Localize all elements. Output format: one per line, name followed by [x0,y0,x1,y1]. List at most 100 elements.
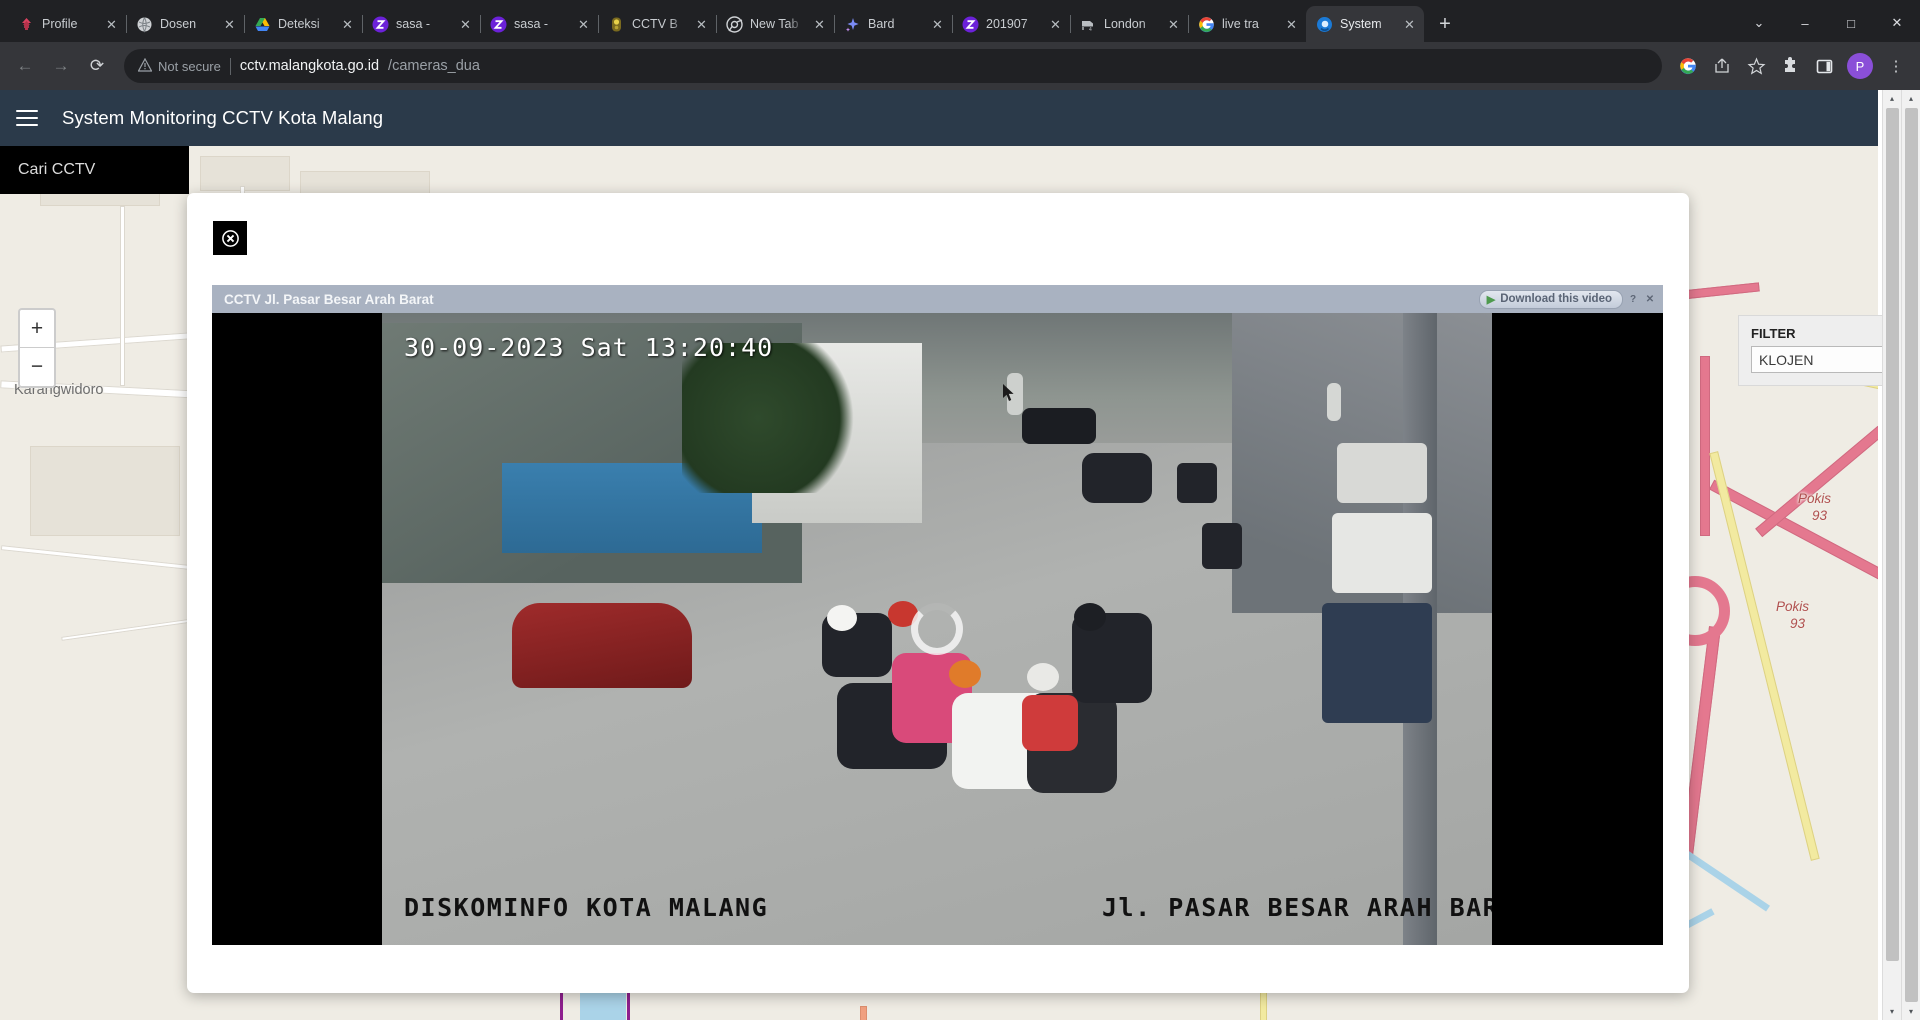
tab-close-icon[interactable]: ✕ [929,16,946,33]
scene-rider-helmet [1027,663,1059,691]
page-scrollbar[interactable]: ▴ ▾ [1901,90,1920,1020]
address-bar[interactable]: Not secure cctv.malangkota.go.id /camera… [124,49,1662,83]
browser-tab-label: sasa - [396,17,431,31]
tab-close-icon[interactable]: ✕ [1401,16,1418,33]
not-secure-label: Not secure [158,58,221,74]
browser-tab-label: New Tab [750,17,799,31]
browser-tab-2[interactable]: Dosen ✕ [126,6,245,42]
maximize-button[interactable]: □ [1828,4,1874,42]
cctv-video-feed[interactable]: 30-09-2023 Sat 13:20:40 DISKOMINFO KOTA … [382,313,1492,945]
url-path: /cameras_dua [388,58,480,74]
browser-tab-11[interactable]: live tra ✕ [1188,6,1307,42]
download-video-button[interactable]: ▶ Download this video [1478,289,1623,309]
scene-motorcycle [1202,523,1242,569]
tab-close-icon[interactable]: ✕ [811,16,828,33]
cctv-modal: CCTV Jl. Pasar Besar Arah Barat ▶ Downlo… [187,193,1689,993]
tab-close-icon[interactable]: ✕ [339,16,356,33]
video-watermark-left: DISKOMINFO KOTA MALANG [404,893,769,922]
scrollbar-thumb[interactable] [1904,108,1918,1002]
chevron-down-icon[interactable]: ⌄ [1736,4,1782,42]
tab-close-icon[interactable]: ✕ [457,16,474,33]
browser-tab-label: sasa - [514,17,549,31]
tab-close-icon[interactable]: ✕ [1165,16,1182,33]
cctv-blue-icon [1316,16,1333,33]
side-panel-icon[interactable] [1808,50,1840,82]
browser-tab-7[interactable]: New Tab ✕ [716,6,835,42]
video-title-label: CCTV Jl. Pasar Besar Arah Barat [224,291,434,307]
profile-avatar[interactable]: P [1847,53,1873,79]
not-secure-indicator[interactable]: Not secure [137,57,221,75]
forward-icon[interactable]: → [44,49,78,83]
reload-icon[interactable]: ⟳ [80,49,114,83]
scroll-down-arrow[interactable]: ▾ [1902,1003,1920,1020]
play-triangle-icon: ▶ [1486,293,1496,306]
scene-rider-helmet [949,660,981,688]
browser-tab-label: live tra [1222,17,1259,31]
map-label: Pokis [1798,491,1832,506]
browser-tab-12-active[interactable]: System ✕ [1306,6,1424,42]
inner-scrollbar[interactable]: ▴ ▾ [1882,90,1901,1020]
browser-tab-8[interactable]: Bard ✕ [834,6,953,42]
map-label: 93 [1812,508,1828,523]
video-player[interactable]: 30-09-2023 Sat 13:20:40 DISKOMINFO KOTA … [212,313,1663,945]
share-icon[interactable] [1706,50,1738,82]
zotero-purple-icon [962,16,979,33]
download-video-label: Download this video [1500,293,1612,305]
download-help-button[interactable]: ? [1626,292,1640,306]
search-cctv-panel[interactable]: Cari CCTV [0,146,189,194]
minimize-button[interactable]: – [1782,4,1828,42]
zoom-in-button[interactable]: + [20,310,54,348]
bookmark-star-icon[interactable] [1740,50,1772,82]
extensions-puzzle-icon[interactable] [1774,50,1806,82]
page-title: System Monitoring CCTV Kota Malang [62,107,384,128]
browser-tab-6[interactable]: CCTV B ✕ [598,6,717,42]
scene-pedestrian [1327,383,1341,421]
video-title-bar: CCTV Jl. Pasar Besar Arah Barat ▶ Downlo… [212,285,1663,313]
tab-close-icon[interactable]: ✕ [693,16,710,33]
tab-close-icon[interactable]: ✕ [221,16,238,33]
modal-close-button[interactable] [213,221,247,255]
new-tab-button[interactable]: + [1430,9,1460,39]
tab-strip: Profile ✕ Dosen ✕ Deteksi ✕ sasa - ✕ sas… [0,0,1920,42]
map-label: 93 [1790,616,1806,631]
scroll-up-arrow[interactable]: ▴ [1883,90,1901,107]
tab-close-icon[interactable]: ✕ [1047,16,1064,33]
scroll-down-arrow[interactable]: ▾ [1883,1003,1901,1020]
tab-close-icon[interactable]: ✕ [1283,16,1300,33]
page-viewport: Karangwidoro berkradenan Pakisjajar - Tu… [0,90,1920,1020]
scroll-up-arrow[interactable]: ▴ [1902,90,1920,107]
map-zoom-controls: + − [18,308,56,388]
scene-rider-helmet [1074,603,1106,631]
scene-motorcycle [1082,453,1152,503]
download-dismiss-button[interactable]: ✕ [1643,292,1657,306]
scene-truck [1337,443,1427,503]
browser-tab-label: Deteksi [278,17,320,31]
svg-text:4: 4 [1089,27,1092,33]
tab-close-icon[interactable]: ✕ [575,16,592,33]
browser-menu-icon[interactable]: ⋮ [1880,50,1912,82]
app-header: System Monitoring CCTV Kota Malang [0,90,1878,146]
browser-tab-3[interactable]: Deteksi ✕ [244,6,363,42]
tab-close-icon[interactable]: ✕ [103,16,120,33]
browser-tab-4[interactable]: sasa - ✕ [362,6,481,42]
scrollbar-thumb[interactable] [1885,108,1899,961]
filter-selected-value: KLOJEN [1759,351,1814,368]
close-window-button[interactable]: ✕ [1874,4,1920,42]
back-icon[interactable]: ← [8,49,42,83]
browser-tab-5[interactable]: sasa - ✕ [480,6,599,42]
browser-tab-label: Bard [868,17,895,31]
browser-tab-1[interactable]: Profile ✕ [8,6,127,42]
browser-tab-label: CCTV B [632,17,678,31]
browser-tab-9[interactable]: 201907 ✕ [952,6,1071,42]
chrome-icon [726,15,743,33]
scene-van [1332,513,1432,593]
scene-rider-helmet [827,605,857,631]
browser-tab-10[interactable]: 4 London ✕ [1070,6,1189,42]
google-g-icon[interactable] [1672,50,1704,82]
url-host: cctv.malangkota.go.id [239,58,380,74]
browser-tab-label: System [1340,17,1382,31]
browser-window: Profile ✕ Dosen ✕ Deteksi ✕ sasa - ✕ sas… [0,0,1920,1020]
globe-gray-icon [136,16,153,33]
zoom-out-button[interactable]: − [20,348,54,386]
hamburger-menu-icon[interactable] [14,107,40,129]
